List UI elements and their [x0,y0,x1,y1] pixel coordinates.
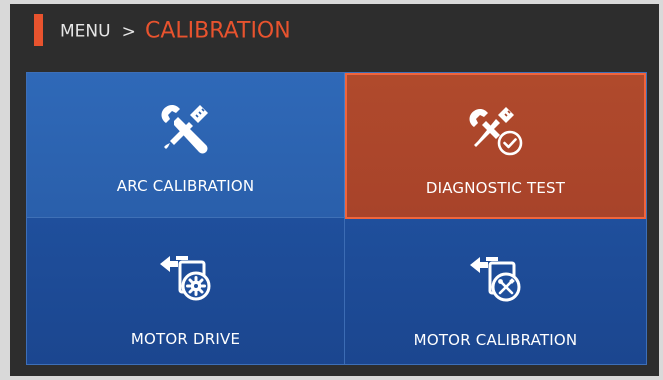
page-title: CALIBRATION [145,18,291,44]
tile-label: MOTOR DRIVE [130,330,241,348]
header-bar: MENU > CALIBRATION [10,4,659,60]
menu-grid: ARC CALIBRATION DIAGNOSTIC TEST MOTOR DR… [26,72,647,365]
diagnostic-test-button[interactable]: DIAGNOSTIC TEST [345,73,646,219]
motor-tools-icon [469,257,520,302]
tile-label: MOTOR CALIBRATION [413,331,578,349]
motor-calibration-button[interactable]: MOTOR CALIBRATION [345,219,646,364]
tools-check-icon [469,107,522,156]
tile-label: ARC CALIBRATION [116,177,255,195]
breadcrumb: MENU > CALIBRATION [60,16,291,46]
breadcrumb-parent[interactable]: MENU [60,22,111,42]
wrench-screwdriver-icon [161,104,208,154]
arc-calibration-button[interactable]: ARC CALIBRATION [27,73,345,218]
breadcrumb-separator: > [121,21,136,42]
header-accent-bar [34,14,43,46]
motor-drive-button[interactable]: MOTOR DRIVE [27,218,345,364]
calibration-screen: MENU > CALIBRATION ARC CALIBRATION DIAGN… [10,4,659,376]
motor-gear-icon [159,256,210,301]
tile-label: DIAGNOSTIC TEST [425,179,566,197]
